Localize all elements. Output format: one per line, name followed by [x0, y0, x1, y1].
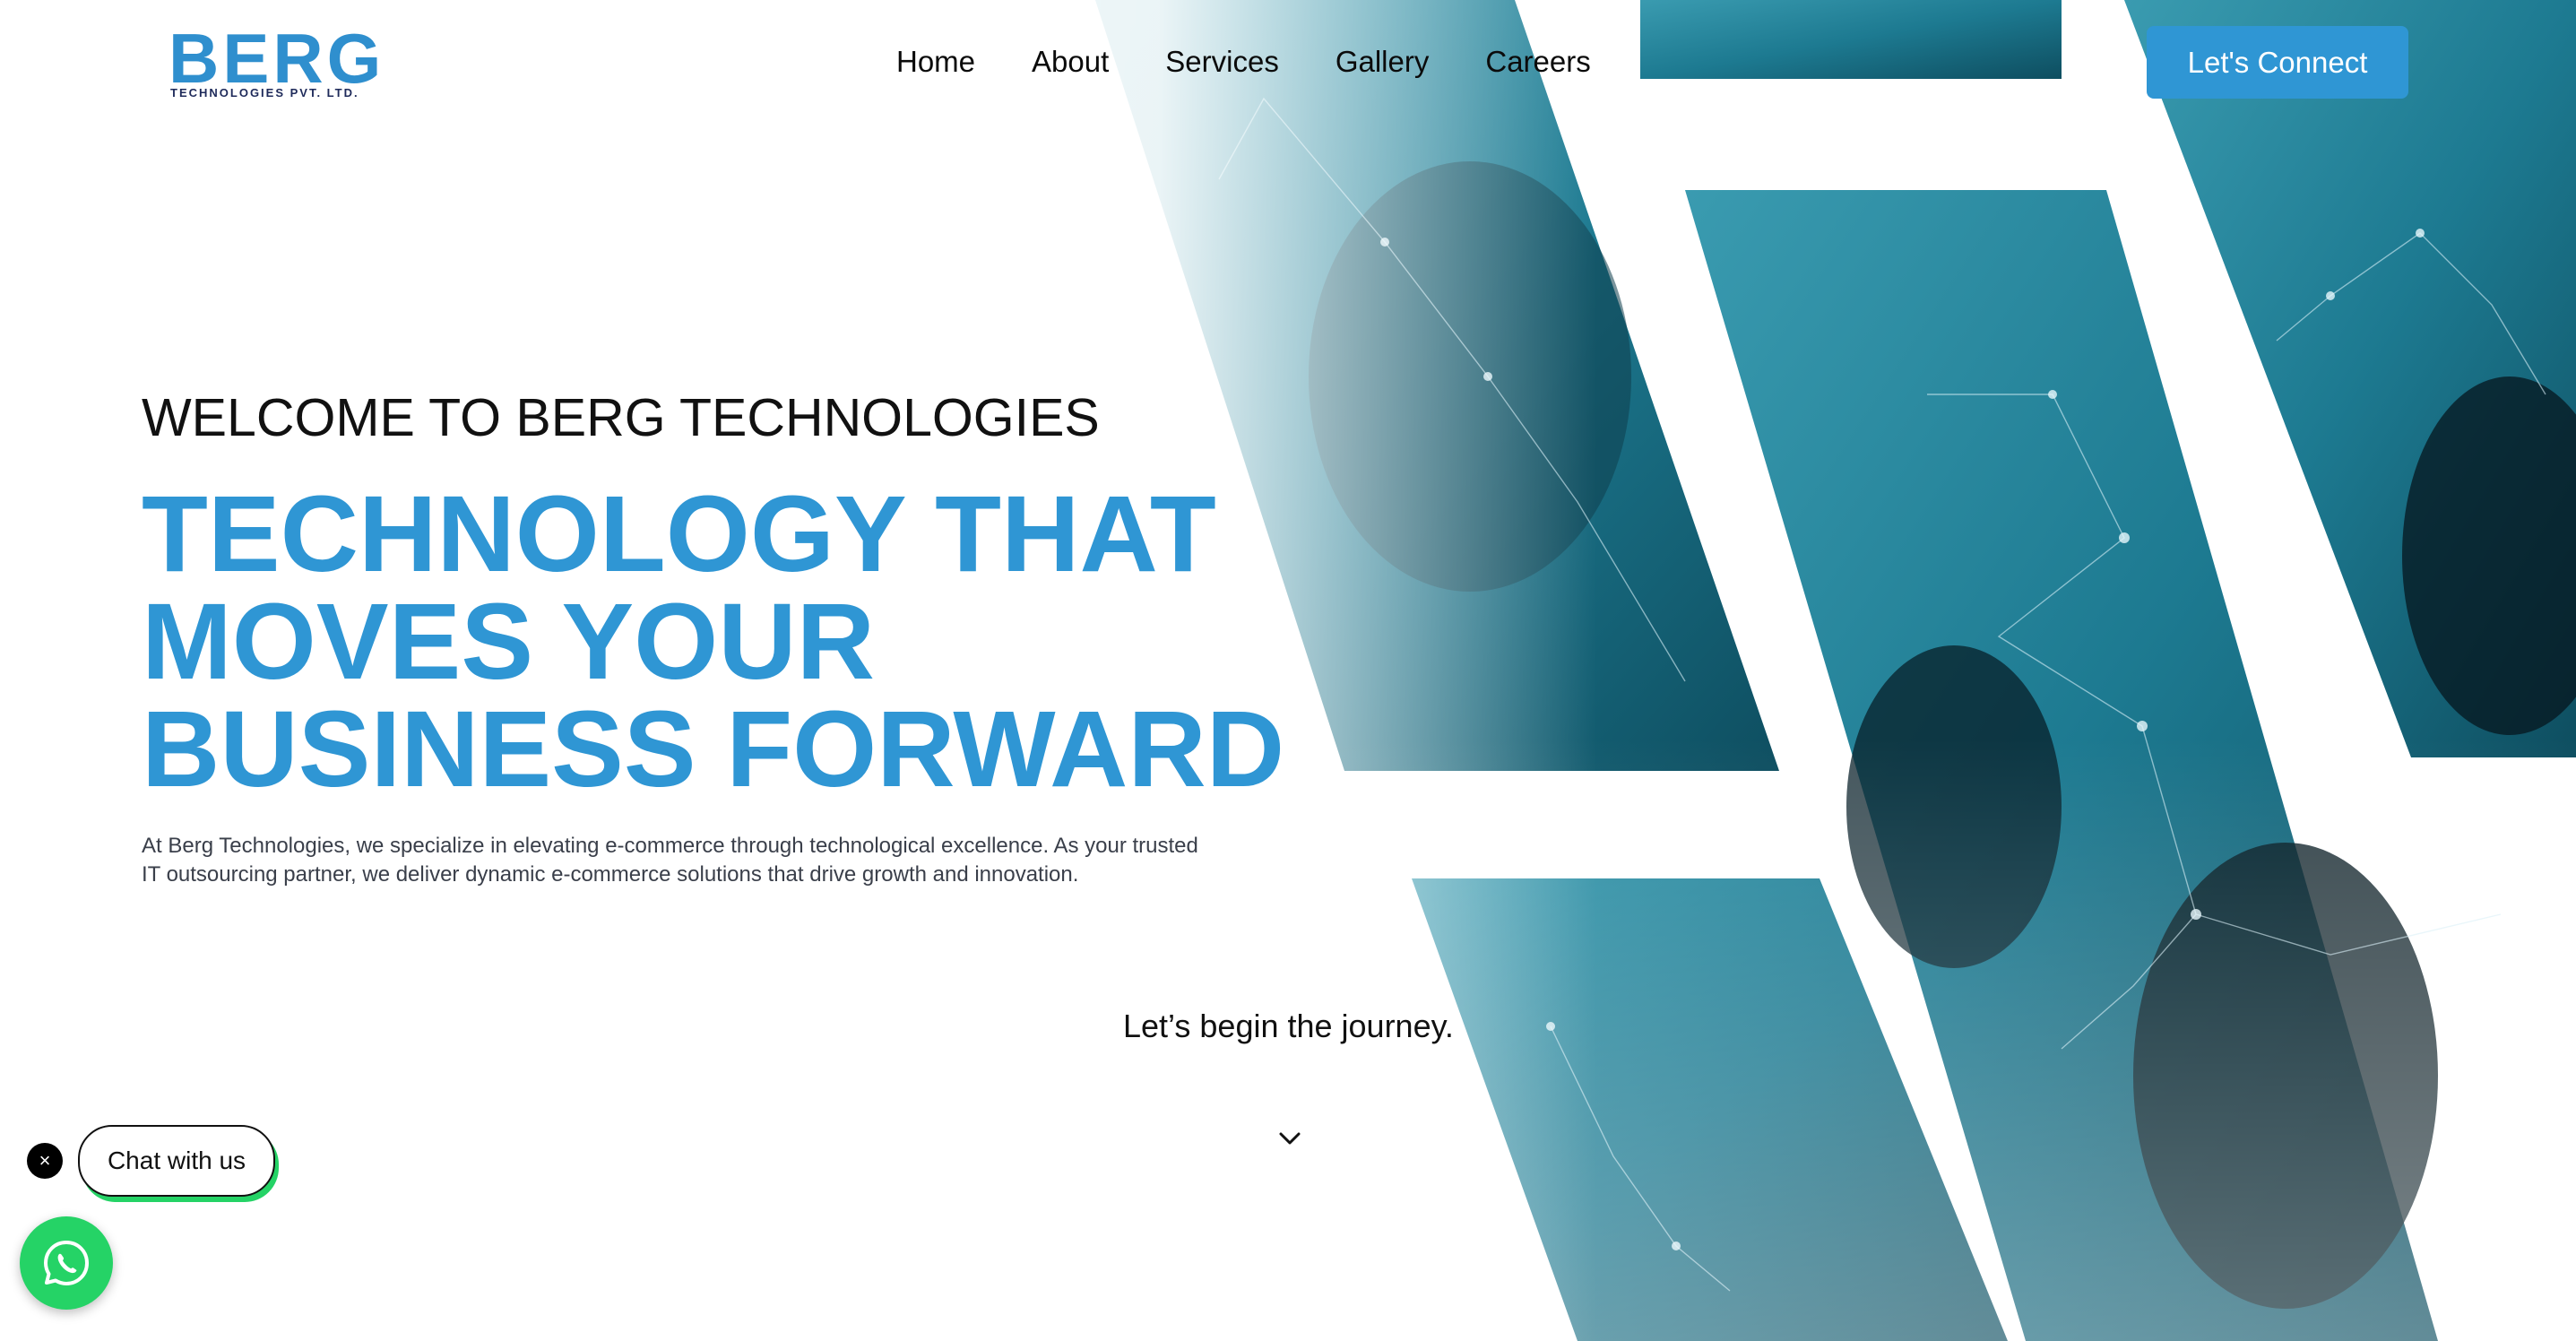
- main-nav: Home About Services Gallery Careers: [896, 39, 1647, 84]
- headline-line-3: BUSINESS FORWARD: [142, 688, 1285, 809]
- chevron-down-icon[interactable]: [1276, 1125, 1303, 1152]
- chat-with-us-button[interactable]: Chat with us: [78, 1125, 275, 1197]
- journey-text: Let’s begin the journey.: [1123, 1008, 1454, 1044]
- nav-home[interactable]: Home: [896, 39, 975, 84]
- nav-gallery[interactable]: Gallery: [1336, 39, 1430, 84]
- lets-connect-button[interactable]: Let's Connect: [2147, 26, 2408, 99]
- hero-description: At Berg Technologies, we specialize in e…: [142, 834, 1198, 887]
- nav-services[interactable]: Services: [1165, 39, 1279, 84]
- headline-line-2: MOVES YOUR: [142, 580, 876, 702]
- nav-careers[interactable]: Careers: [1485, 39, 1590, 84]
- headline-line-1: TECHNOLOGY THAT: [142, 472, 1216, 594]
- whatsapp-button[interactable]: [20, 1216, 113, 1310]
- nav-about[interactable]: About: [1032, 39, 1109, 84]
- logo-wordmark: BERG: [169, 19, 385, 98]
- whatsapp-icon: [44, 1241, 89, 1285]
- hero-welcome: WELCOME TO BERG TECHNOLOGIES: [142, 388, 1100, 447]
- brand-logo[interactable]: BERG TECHNOLOGIES PVT. LTD.: [169, 23, 384, 104]
- hero-headline: TECHNOLOGY THAT MOVES YOUR BUSINESS FORW…: [142, 472, 1396, 809]
- logo-tagline: TECHNOLOGIES PVT. LTD.: [170, 86, 359, 99]
- close-icon[interactable]: ×: [27, 1143, 63, 1179]
